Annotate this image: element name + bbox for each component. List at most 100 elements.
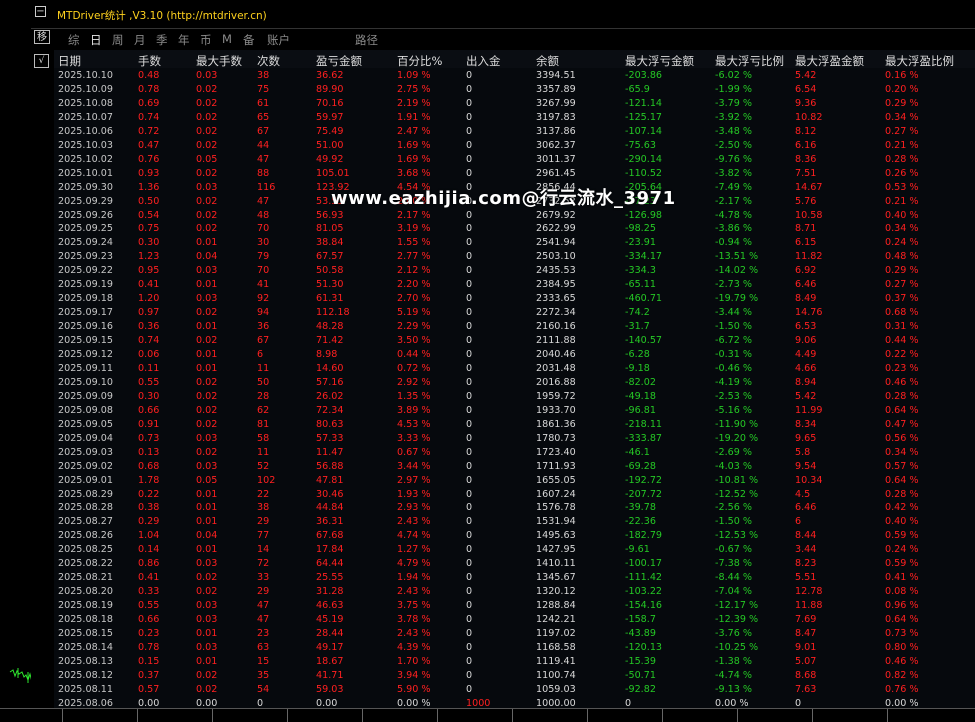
- table-row[interactable]: 2025.09.22 0.95 0.03 70 50.58 2.12 % 0 2435.53 -…: [54, 264, 975, 278]
- col-max-float-profit[interactable]: 最大浮盈金额: [795, 53, 864, 69]
- cell-count: 67: [257, 335, 270, 347]
- cell-lots: 1.78: [138, 474, 160, 486]
- table-row[interactable]: 2025.09.05 0.91 0.02 81 80.63 4.53 % 0 1861.36 -…: [54, 418, 975, 432]
- table-row[interactable]: 2025.10.09 0.78 0.02 75 89.90 2.75 % 0 3357.89 -…: [54, 83, 975, 97]
- table-row[interactable]: 2025.08.13 0.15 0.01 15 18.67 1.70 % 0 1119.41 -…: [54, 655, 975, 669]
- cell-count: 47: [257, 195, 270, 207]
- table-row[interactable]: 2025.09.02 0.68 0.03 52 56.88 3.44 % 0 1711.93 -…: [54, 460, 975, 474]
- tab-magic[interactable]: M: [222, 32, 232, 46]
- table-row[interactable]: 2025.10.06 0.72 0.02 67 75.49 2.47 % 0 3137.86 -…: [54, 125, 975, 139]
- col-percent[interactable]: 百分比%: [397, 53, 442, 69]
- cell-deposit: 0: [466, 502, 473, 514]
- cell-max-lots: 0.02: [196, 139, 218, 151]
- table-row[interactable]: 2025.10.01 0.93 0.02 88 105.01 3.68 % 0 2961.45…: [54, 167, 975, 181]
- table-row[interactable]: 2025.10.03 0.47 0.02 44 51.00 1.69 % 0 3062.37 -…: [54, 139, 975, 153]
- table-row[interactable]: 2025.09.25 0.75 0.02 70 81.05 3.19 % 0 2622.99 -…: [54, 222, 975, 236]
- cell-max-float-loss-pct: -3.48 %: [715, 125, 752, 137]
- col-max-float-loss[interactable]: 最大浮亏金额: [625, 53, 694, 69]
- cell-deposit: 0: [466, 349, 473, 360]
- table-row[interactable]: 2025.09.11 0.11 0.01 11 14.60 0.72 % 0 2031.48 -…: [54, 362, 975, 376]
- table-row[interactable]: 2025.08.14 0.78 0.03 63 49.17 4.39 % 0 1168.58 -…: [54, 641, 975, 655]
- table-row[interactable]: 2025.08.20 0.33 0.02 29 31.28 2.43 % 0 1320.12 -…: [54, 585, 975, 599]
- table-row[interactable]: 2025.09.08 0.66 0.02 62 72.34 3.89 % 0 1933.70 -…: [54, 404, 975, 418]
- cell-date: 2025.09.26: [58, 209, 113, 221]
- cell-date: 2025.08.11: [58, 683, 113, 695]
- table-row[interactable]: 2025.09.12 0.06 0.01 6 8.98 0.44 % 0 2040.46 -6.…: [54, 348, 975, 362]
- table-row[interactable]: 2025.09.17 0.97 0.02 94 112.18 5.19 % 0 2272.34…: [54, 306, 975, 320]
- cell-balance: 1655.05: [536, 474, 576, 486]
- col-max-float-profit-pct[interactable]: 最大浮盈比例: [885, 53, 954, 69]
- cell-max-float-profit-pct: 0.48 %: [885, 251, 919, 263]
- col-lots[interactable]: 手数: [138, 53, 161, 69]
- table-row[interactable]: 2025.09.26 0.54 0.02 48 56.93 2.17 % 0 2679.92 -…: [54, 209, 975, 223]
- table-row[interactable]: 2025.09.10 0.55 0.02 50 57.16 2.92 % 0 2016.88 -…: [54, 376, 975, 390]
- tab-day[interactable]: 日: [90, 32, 102, 48]
- table-row[interactable]: 2025.08.28 0.38 0.01 38 44.84 2.93 % 0 1576.78 -…: [54, 501, 975, 515]
- table-row[interactable]: 2025.10.08 0.69 0.02 61 70.16 2.19 % 0 3267.99 -…: [54, 97, 975, 111]
- cell-balance: 1410.11: [536, 558, 576, 570]
- cell-max-float-loss-pct: -3.86 %: [715, 223, 752, 235]
- table-row[interactable]: 2025.09.01 1.78 0.05 102 47.81 2.97 % 0 1655.05…: [54, 474, 975, 488]
- table-row[interactable]: 2025.10.07 0.74 0.02 65 59.97 1.91 % 0 3197.83 -…: [54, 111, 975, 125]
- col-max-float-loss-pct[interactable]: 最大浮亏比例: [715, 53, 784, 69]
- col-max-lots[interactable]: 最大手数: [196, 53, 242, 69]
- table-row[interactable]: 2025.09.16 0.36 0.01 36 48.28 2.29 % 0 2160.16 -…: [54, 320, 975, 334]
- collapse-button[interactable]: −: [35, 6, 46, 17]
- tab-account[interactable]: 账户: [267, 32, 290, 48]
- table-row[interactable]: 2025.10.10 0.48 0.03 38 36.62 1.09 % 0 3394.51 -…: [54, 69, 975, 83]
- cell-count: 38: [257, 502, 270, 514]
- table-row[interactable]: 2025.09.19 0.41 0.01 41 51.30 2.20 % 0 2384.95 -…: [54, 278, 975, 292]
- cell-balance: 1320.12: [536, 586, 576, 598]
- cell-date: 2025.08.13: [58, 655, 113, 667]
- cell-count: 102: [257, 474, 276, 486]
- table-row[interactable]: 2025.08.26 1.04 0.04 77 67.68 4.74 % 0 1495.63 -…: [54, 529, 975, 543]
- col-date[interactable]: 日期: [58, 53, 81, 69]
- table-row[interactable]: 2025.08.12 0.37 0.02 35 41.71 3.94 % 0 1100.74 -…: [54, 669, 975, 683]
- table-row[interactable]: 2025.09.03 0.13 0.02 11 11.47 0.67 % 0 1723.40 -…: [54, 446, 975, 460]
- cell-max-lots: 0.02: [196, 209, 218, 221]
- tab-currency[interactable]: 币: [200, 32, 212, 48]
- table-row[interactable]: 2025.09.04 0.73 0.03 58 57.33 3.33 % 0 1780.73 -…: [54, 432, 975, 446]
- table-row[interactable]: 2025.09.18 1.20 0.03 92 61.31 2.70 % 0 2333.65 -…: [54, 292, 975, 306]
- cell-max-float-loss-pct: -19.20 %: [715, 432, 759, 444]
- table-row[interactable]: 2025.09.09 0.30 0.02 28 26.02 1.35 % 0 1959.72 -…: [54, 390, 975, 404]
- cell-date: 2025.08.14: [58, 641, 113, 653]
- tab-note[interactable]: 备: [243, 32, 255, 48]
- col-deposit[interactable]: 出入金: [466, 53, 501, 69]
- col-pnl[interactable]: 盈亏金额: [316, 53, 362, 69]
- table-row[interactable]: 2025.08.21 0.41 0.02 33 25.55 1.94 % 0 1345.67 -…: [54, 571, 975, 585]
- cell-percent: 2.43 %: [397, 516, 431, 528]
- table-row[interactable]: 2025.08.22 0.86 0.03 72 64.44 4.79 % 0 1410.11 -…: [54, 557, 975, 571]
- move-button[interactable]: 移: [34, 30, 50, 44]
- tab-path[interactable]: 路径: [355, 32, 378, 48]
- cell-count: 15: [257, 655, 270, 667]
- col-balance[interactable]: 余额: [536, 53, 559, 69]
- table-row[interactable]: 2025.08.15 0.23 0.01 23 28.44 2.43 % 0 1197.02 -…: [54, 627, 975, 641]
- cell-max-float-profit: 11.88: [795, 600, 823, 612]
- cell-max-lots: 0.01: [196, 516, 218, 528]
- table-row[interactable]: 2025.08.11 0.57 0.02 54 59.03 5.90 % 0 1059.03 -…: [54, 683, 975, 697]
- tab-month[interactable]: 月: [134, 32, 146, 48]
- app-title: MTDriver统计 ,V3.10 (http://mtdriver.cn): [57, 10, 267, 22]
- cell-max-float-loss-pct: -1.50 %: [715, 321, 752, 333]
- tab-summary[interactable]: 综: [68, 32, 80, 48]
- table-row[interactable]: 2025.09.23 1.23 0.04 79 67.57 2.77 % 0 2503.10 -…: [54, 250, 975, 264]
- col-count[interactable]: 次数: [257, 53, 280, 69]
- table-row[interactable]: 2025.09.15 0.74 0.02 67 71.42 3.50 % 0 2111.88 -…: [54, 334, 975, 348]
- table-row[interactable]: 2025.08.18 0.66 0.03 47 45.19 3.78 % 0 1242.21 -…: [54, 613, 975, 627]
- table-row[interactable]: 2025.08.19 0.55 0.03 47 46.63 3.75 % 0 1288.84 -…: [54, 599, 975, 613]
- cell-deposit: 0: [466, 572, 473, 584]
- tab-week[interactable]: 周: [112, 32, 124, 48]
- cell-max-lots: 0.01: [196, 502, 218, 514]
- cell-lots: 1.23: [138, 251, 160, 263]
- tab-year[interactable]: 年: [178, 32, 190, 48]
- table-row[interactable]: 2025.08.25 0.14 0.01 14 17.84 1.27 % 0 1427.95 -…: [54, 543, 975, 557]
- select-all-checkbox[interactable]: √: [34, 54, 49, 68]
- table-row[interactable]: 2025.09.24 0.30 0.01 30 38.84 1.55 % 0 2541.94 -…: [54, 236, 975, 250]
- tab-quarter[interactable]: 季: [156, 32, 168, 48]
- table-row[interactable]: 2025.08.29 0.22 0.01 22 30.46 1.93 % 0 1607.24 -…: [54, 488, 975, 502]
- table-row[interactable]: 2025.10.02 0.76 0.05 47 49.92 1.69 % 0 3011.37 -…: [54, 153, 975, 167]
- cell-percent: 2.17 %: [397, 209, 431, 221]
- cell-max-float-profit-pct: 0.96 %: [885, 600, 919, 612]
- table-row[interactable]: 2025.08.27 0.29 0.01 29 36.31 2.43 % 0 1531.94 -…: [54, 515, 975, 529]
